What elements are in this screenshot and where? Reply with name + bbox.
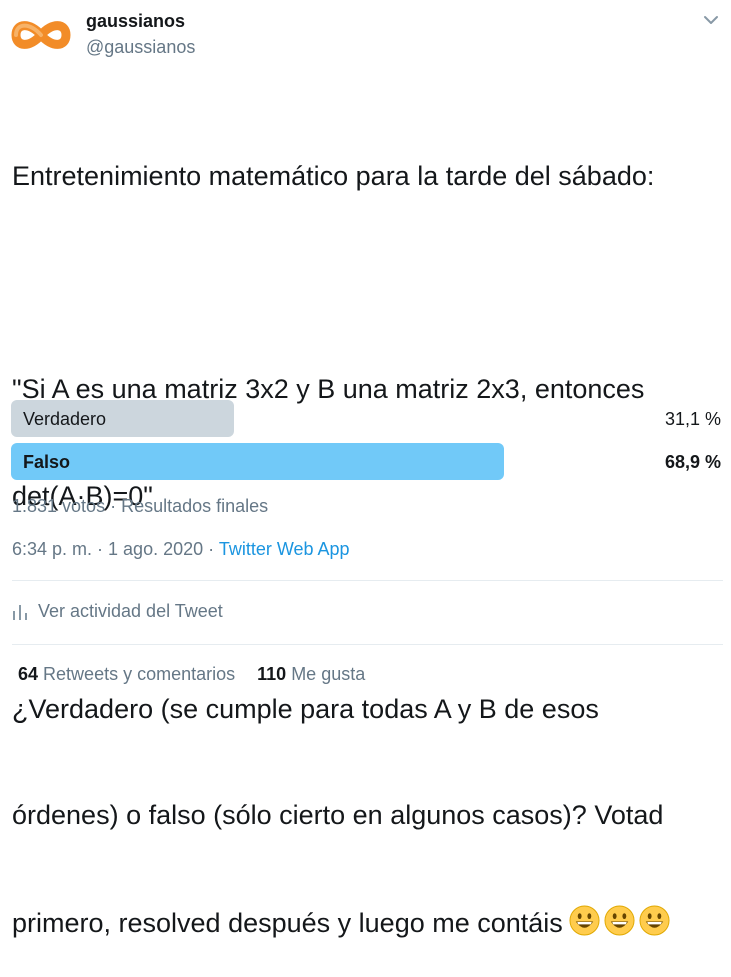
retweets-stat[interactable]: 64 Retweets y comentarios — [18, 664, 235, 684]
likes-stat[interactable]: 110 Me gusta — [257, 664, 365, 684]
poll-option-percent: 68,9 % — [664, 452, 721, 472]
likes-count: 110 — [257, 664, 287, 684]
author-display-name[interactable]: gaussianos — [86, 11, 185, 32]
likes-label: Me gusta — [291, 664, 366, 684]
tweet-line: Entretenimiento matemático para la tarde… — [12, 161, 655, 191]
infinity-logo-icon — [11, 21, 71, 49]
grinning-face-icon — [569, 904, 600, 936]
tweet-line: primero, resolved después y luego me con… — [12, 907, 563, 938]
retweets-label: Retweets y comentarios — [43, 664, 236, 684]
source-app-link[interactable]: Twitter Web App — [219, 539, 350, 559]
divider — [12, 580, 723, 581]
tweet-line: órdenes) o falso (sólo cierto en algunos… — [12, 800, 664, 830]
tweet-line-last: primero, resolved después y luego me con… — [12, 904, 727, 942]
grinning-face-icon — [604, 904, 635, 936]
poll-option-verdadero: Verdadero 31,1 % — [11, 400, 727, 437]
poll-meta: 1.831 votos · Resultados finales — [12, 496, 269, 516]
avatar[interactable] — [8, 10, 74, 60]
chevron-down-icon[interactable] — [701, 13, 721, 27]
tweet-line — [12, 266, 727, 302]
grinning-face-icon — [639, 904, 670, 936]
poll-option-label: Falso — [23, 452, 71, 472]
poll-bar — [11, 443, 504, 480]
timestamp-text[interactable]: 6:34 p. m. · 1 ago. 2020 · — [12, 539, 219, 559]
retweets-count: 64 — [18, 664, 39, 684]
emoji-group — [569, 904, 670, 936]
tweet-text: Entretenimiento matemático para la tarde… — [12, 88, 727, 977]
poll-option-percent: 31,1 % — [664, 409, 721, 429]
tweet-activity-label: Ver actividad del Tweet — [38, 601, 223, 621]
author-handle[interactable]: @gaussianos — [86, 37, 195, 58]
poll-option-label: Verdadero — [23, 409, 107, 429]
tweet-line: ¿Verdadero (se cumple para todas A y B d… — [12, 693, 599, 724]
tweet-stats: 64 Retweets y comentarios 110 Me gusta — [18, 664, 365, 685]
divider — [12, 644, 723, 645]
tweet-timestamp: 6:34 p. m. · 1 ago. 2020 · Twitter Web A… — [12, 539, 350, 560]
bar-chart-icon — [13, 604, 27, 620]
tweet-activity-link[interactable]: Ver actividad del Tweet — [12, 601, 223, 622]
poll-option-falso: Falso 68,9 % — [11, 443, 727, 480]
